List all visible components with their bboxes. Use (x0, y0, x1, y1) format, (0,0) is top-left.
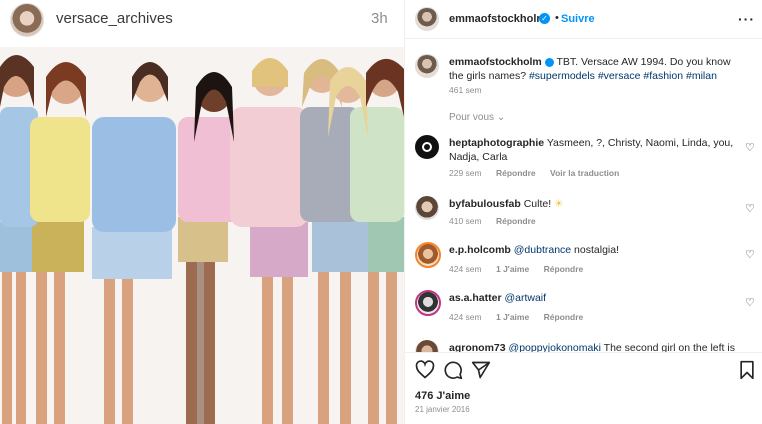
comment-text: agronom73 @poppyjokonomaki The second gi… (449, 341, 739, 352)
comment-avatar[interactable] (415, 340, 439, 352)
comment-bubble-icon[interactable] (443, 360, 463, 380)
comment-username[interactable]: heptaphotographie (449, 137, 544, 149)
comment-username[interactable]: agronom73 (449, 342, 506, 352)
chevron-down-icon: ⌄ (496, 112, 506, 123)
comment-body: nostalgia! (571, 244, 620, 256)
reply-button[interactable]: Répondre (544, 312, 584, 322)
caption-avatar[interactable] (415, 54, 439, 78)
comment-like-count[interactable]: 1 J'aime (496, 312, 529, 322)
comment-username[interactable]: e.p.holcomb (449, 244, 511, 256)
verified-badge-icon: ✓ (539, 13, 550, 24)
comment-avatar[interactable] (415, 135, 439, 159)
like-heart-icon[interactable] (415, 360, 435, 380)
comment-body: Culte! (523, 198, 555, 210)
comments-panel: emmaofstockholm ✓ • Suivre ··· emmaofsto… (404, 0, 762, 424)
follow-button[interactable]: Suivre (561, 13, 595, 25)
separator-dot: • (555, 12, 559, 24)
post-image-panel: versace_archives 3h (0, 0, 404, 424)
post-photo[interactable] (0, 47, 404, 424)
comment-item: e.p.holcomb @dubtrance nostalgia! 424 se… (405, 242, 762, 274)
translate-button[interactable]: Voir la traduction (550, 168, 619, 178)
author-avatar[interactable] (415, 7, 439, 31)
caption: emmaofstockholm TBT. Versace AW 1994. Do… (405, 54, 762, 100)
caption-meta: 461 sem (449, 85, 494, 95)
verified-badge-icon (544, 57, 554, 67)
camera-lens-icon (422, 142, 432, 152)
reply-button[interactable]: Répondre (544, 264, 584, 274)
reply-button[interactable]: Répondre (496, 168, 536, 178)
source-post-header: versace_archives 3h (0, 0, 404, 40)
comment-meta: 410 sem Répondre (449, 216, 548, 226)
comment-age: 424 sem (449, 264, 482, 274)
bookmark-icon[interactable] (737, 360, 757, 380)
source-timestamp: 3h (371, 10, 388, 27)
models-photo-illustration (0, 47, 404, 424)
comment-mention[interactable]: @dubtrance (514, 244, 571, 256)
like-heart-icon[interactable]: ♡ (745, 141, 755, 154)
more-dots-icon[interactable]: ··· (738, 11, 755, 27)
source-username[interactable]: versace_archives (56, 10, 173, 27)
post-actions-bar (405, 352, 762, 382)
post-author-header: emmaofstockholm ✓ • Suivre ··· (405, 0, 762, 39)
comment-avatar[interactable] (415, 242, 441, 268)
comment-meta: 229 sem Répondre Voir la traduction (449, 168, 631, 178)
comment-avatar[interactable] (415, 290, 441, 316)
comment-mention[interactable]: @poppyjokonomaki (509, 342, 601, 352)
comment-meta: 424 sem 1 J'aime Répondre (449, 312, 595, 322)
caption-hashtags[interactable]: #supermodels #versace #fashion #milan (529, 70, 717, 82)
share-send-icon[interactable] (471, 360, 491, 380)
comment-text: as.a.hatter @artwaif (449, 291, 739, 305)
comment-age: 424 sem (449, 312, 482, 322)
comment-age: 229 sem (449, 168, 482, 178)
comment-like-count[interactable]: 1 J'aime (496, 264, 529, 274)
post-date: 21 janvier 2016 (415, 405, 470, 414)
comment-item: byfabulousfab Culte! ☀ 410 sem Répondre … (405, 196, 762, 228)
comment-username[interactable]: byfabulousfab (449, 198, 521, 210)
for-you-label: Pour vous (449, 112, 495, 123)
source-avatar[interactable] (10, 3, 44, 37)
caption-username[interactable]: emmaofstockholm (449, 56, 542, 68)
caption-text: emmaofstockholm TBT. Versace AW 1994. Do… (449, 55, 739, 83)
comment-text: byfabulousfab Culte! ☀ (449, 197, 739, 211)
comment-item: heptaphotographie Yasmeen, ?, Christy, N… (405, 135, 762, 179)
comment-username[interactable]: as.a.hatter (449, 292, 502, 304)
comment-text: e.p.holcomb @dubtrance nostalgia! (449, 243, 739, 257)
caption-age: 461 sem (449, 85, 482, 95)
reply-button[interactable]: Répondre (496, 216, 536, 226)
author-username[interactable]: emmaofstockholm (449, 13, 546, 25)
comment-item: agronom73 @poppyjokonomaki The second gi… (405, 340, 762, 352)
comment-item: as.a.hatter @artwaif 424 sem 1 J'aime Ré… (405, 290, 762, 322)
like-heart-icon[interactable]: ♡ (745, 248, 755, 261)
comment-age: 410 sem (449, 216, 482, 226)
comment-mention[interactable]: @artwaif (504, 292, 546, 304)
for-you-filter[interactable]: Pour vous ⌄ (449, 112, 505, 123)
likes-count[interactable]: 476 J'aime (415, 390, 470, 402)
like-heart-icon[interactable]: ♡ (745, 296, 755, 309)
comment-text: heptaphotographie Yasmeen, ?, Christy, N… (449, 136, 739, 164)
comment-meta: 424 sem 1 J'aime Répondre (449, 264, 595, 274)
comment-body: The second girl on the left is (600, 342, 735, 352)
like-heart-icon[interactable]: ♡ (745, 202, 755, 215)
sun-emoji-icon: ☀ (554, 198, 564, 210)
comment-avatar[interactable] (415, 196, 439, 220)
